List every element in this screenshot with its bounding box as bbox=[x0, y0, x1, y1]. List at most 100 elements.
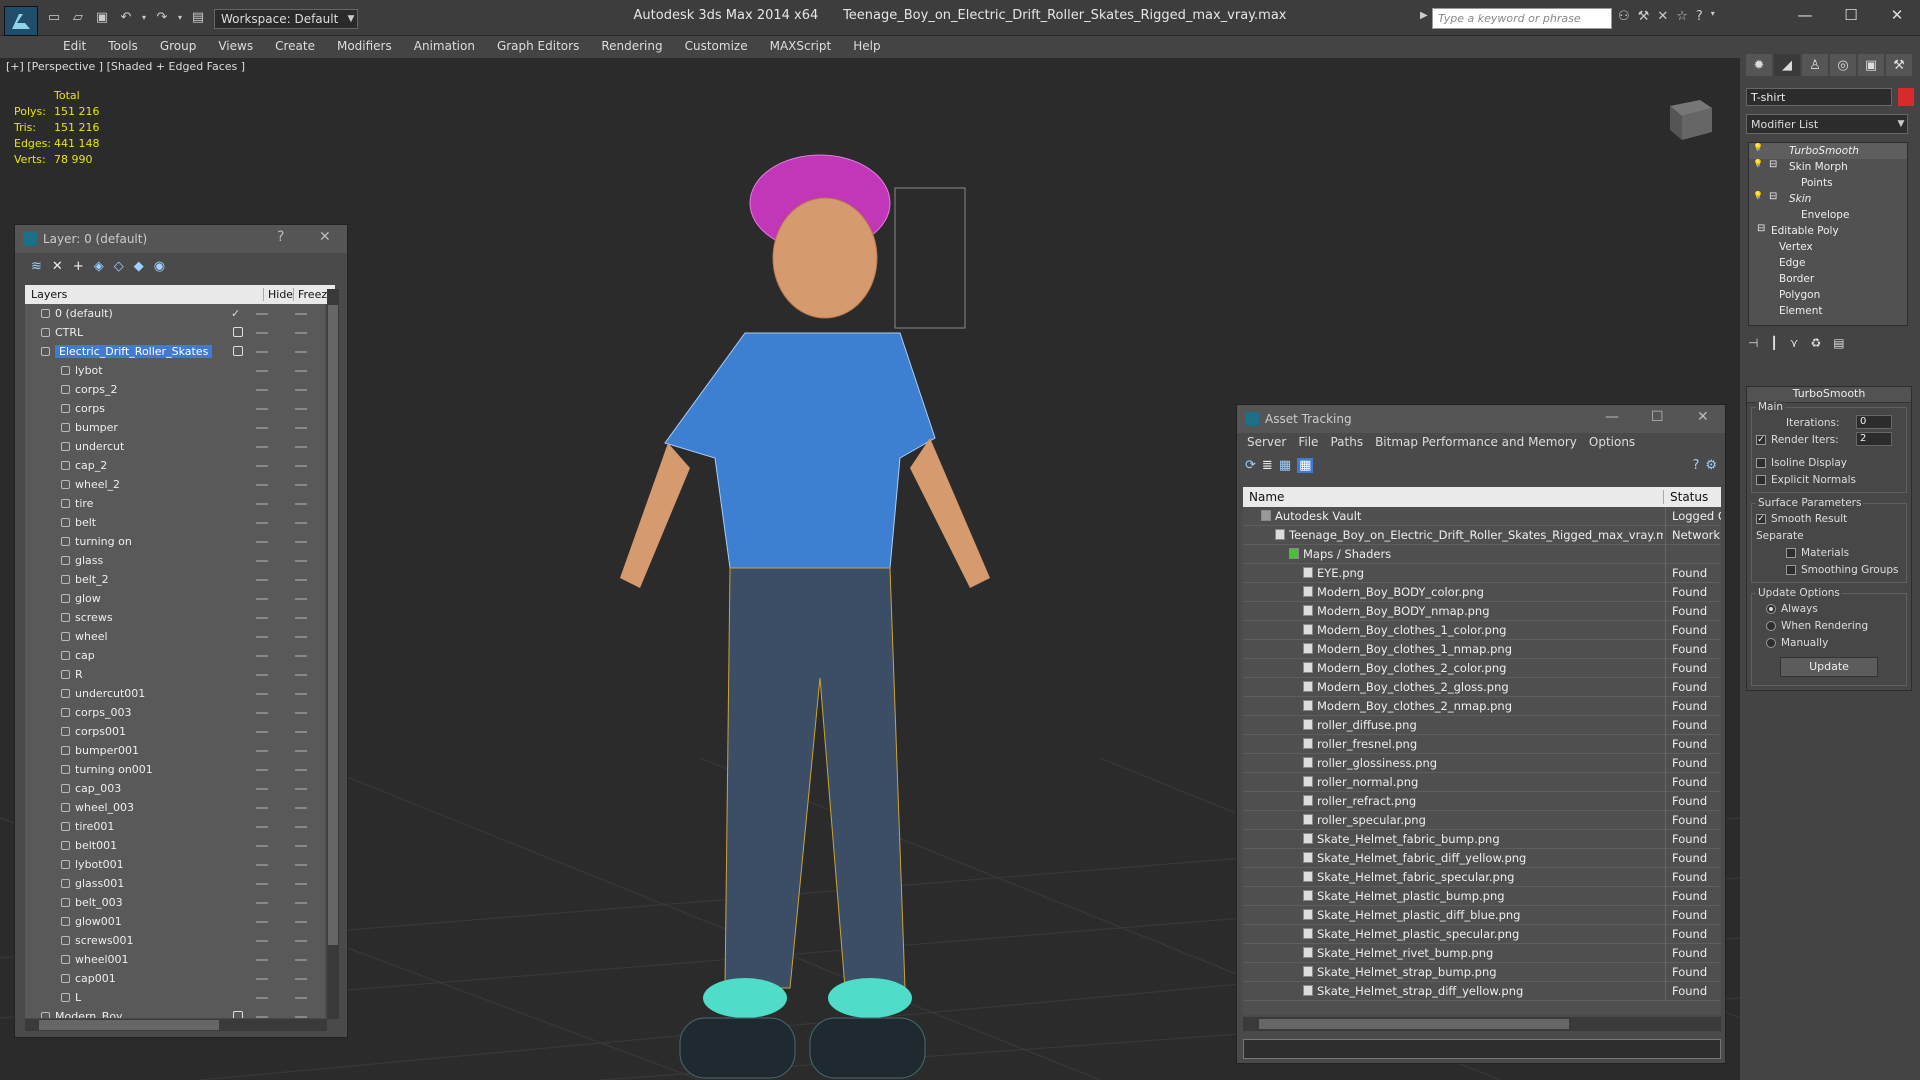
close-icon[interactable]: ✕ bbox=[319, 229, 331, 245]
layer-row[interactable]: Electric_Drift_Roller_Skates bbox=[25, 342, 325, 361]
layer-row[interactable]: glass bbox=[25, 551, 325, 570]
hide-toggle[interactable] bbox=[256, 579, 268, 581]
open-file-icon[interactable]: ▱ bbox=[68, 8, 88, 26]
hide-toggle[interactable] bbox=[256, 389, 268, 391]
layer-row[interactable]: wheel bbox=[25, 627, 325, 646]
maximize-icon[interactable]: ☐ bbox=[1651, 409, 1664, 425]
menu-views[interactable]: Views bbox=[207, 36, 264, 58]
binoculars-icon[interactable]: ⚇ bbox=[1618, 9, 1630, 24]
iterations-spinner[interactable]: 0 bbox=[1856, 415, 1892, 429]
asset-row[interactable]: Skate_Helmet_fabric_specular.png Found bbox=[1243, 867, 1721, 887]
asset-row[interactable]: Autodesk Vault Logged Out bbox=[1243, 507, 1721, 526]
freeze-toggle[interactable] bbox=[295, 750, 307, 752]
col-name[interactable]: Name bbox=[1243, 490, 1663, 504]
menu-graph-editors[interactable]: Graph Editors bbox=[486, 36, 590, 58]
layer-row[interactable]: corps001 bbox=[25, 722, 325, 741]
freeze-toggle[interactable] bbox=[295, 978, 307, 980]
layer-name[interactable]: corps bbox=[75, 402, 105, 415]
freeze-toggle[interactable] bbox=[295, 921, 307, 923]
asset-row[interactable]: roller_glossiness.png Found bbox=[1243, 753, 1721, 773]
hide-toggle[interactable] bbox=[256, 332, 268, 334]
select-highlight-icon[interactable]: ◈ bbox=[94, 259, 104, 274]
undo-icon[interactable]: ↶ bbox=[116, 8, 136, 26]
hide-toggle[interactable] bbox=[256, 731, 268, 733]
modifier-stack-item[interactable]: Border bbox=[1749, 271, 1907, 287]
search-input[interactable]: Type a keyword or phrase bbox=[1432, 8, 1612, 29]
hide-toggle[interactable] bbox=[256, 712, 268, 714]
hide-toggle[interactable] bbox=[256, 446, 268, 448]
layer-row[interactable]: glow bbox=[25, 589, 325, 608]
freeze-toggle[interactable] bbox=[295, 674, 307, 676]
layer-name[interactable]: cap001 bbox=[75, 972, 116, 985]
layer-row[interactable]: glass001 bbox=[25, 874, 325, 893]
menu-modifiers[interactable]: Modifiers bbox=[326, 36, 403, 58]
chevron-down-icon[interactable]: ▼ bbox=[1894, 115, 1908, 133]
close-icon[interactable]: ✕ bbox=[1697, 409, 1709, 425]
asset-row[interactable]: roller_specular.png Found bbox=[1243, 810, 1721, 830]
show-end-result-icon[interactable]: ┃ bbox=[1770, 336, 1777, 350]
freeze-toggle[interactable] bbox=[295, 712, 307, 714]
viewport-label[interactable]: [+] [Perspective ] [Shaded + Edged Faces… bbox=[6, 60, 245, 73]
menu-customize[interactable]: Customize bbox=[674, 36, 759, 58]
modifier-stack-item[interactable]: Vertex bbox=[1749, 239, 1907, 255]
layer-row[interactable]: cap bbox=[25, 646, 325, 665]
bulb-icon[interactable]: 💡 bbox=[1753, 191, 1763, 200]
current-layer-check-icon[interactable]: ✓ bbox=[231, 307, 241, 320]
select-layer-icon[interactable]: ◇ bbox=[114, 259, 124, 274]
always-radio[interactable] bbox=[1766, 603, 1776, 614]
layer-name[interactable]: Electric_Drift_Roller_Skates bbox=[55, 345, 213, 358]
minimize-icon[interactable]: — bbox=[1782, 0, 1828, 30]
collapse-icon[interactable]: ⊟ bbox=[1769, 159, 1777, 170]
layer-name[interactable]: glass001 bbox=[75, 877, 124, 890]
hide-toggle[interactable] bbox=[256, 598, 268, 600]
menu-tools[interactable]: Tools bbox=[97, 36, 149, 58]
layer-row[interactable]: belt_2 bbox=[25, 570, 325, 589]
new-file-icon[interactable]: ▭ bbox=[44, 8, 64, 26]
layers-icon[interactable]: ≋ bbox=[31, 259, 42, 274]
freeze-toggle[interactable] bbox=[295, 351, 307, 353]
layer-name[interactable]: 0 (default) bbox=[55, 307, 113, 320]
hide-toggle[interactable] bbox=[256, 788, 268, 790]
layer-row[interactable]: wheel_2 bbox=[25, 475, 325, 494]
freeze-toggle[interactable] bbox=[295, 959, 307, 961]
asset-menu-bitmap-performance-and-memory[interactable]: Bitmap Performance and Memory bbox=[1369, 433, 1583, 453]
layer-name[interactable]: glow bbox=[75, 592, 101, 605]
freeze-toggle[interactable] bbox=[295, 427, 307, 429]
modifier-stack-item[interactable]: 💡 ⊟ Skin bbox=[1749, 191, 1907, 207]
hide-toggle[interactable] bbox=[256, 769, 268, 771]
layer-name[interactable]: belt_003 bbox=[75, 896, 123, 909]
menu-rendering[interactable]: Rendering bbox=[590, 36, 673, 58]
hide-toggle[interactable] bbox=[256, 864, 268, 866]
hide-toggle[interactable] bbox=[256, 408, 268, 410]
search-arrow-icon[interactable]: ▶ bbox=[1420, 10, 1428, 21]
layer-row[interactable]: bumper bbox=[25, 418, 325, 437]
star-icon[interactable]: ☆ bbox=[1676, 9, 1688, 24]
modifier-stack-item[interactable]: 💡 TurboSmooth bbox=[1749, 143, 1907, 159]
layer-row[interactable]: CTRL bbox=[25, 323, 325, 342]
layer-row[interactable]: lybot bbox=[25, 361, 325, 380]
hide-toggle[interactable] bbox=[256, 351, 268, 353]
save-file-icon[interactable]: ▣ bbox=[92, 8, 112, 26]
materials-checkbox[interactable] bbox=[1786, 547, 1796, 558]
asset-row[interactable]: Modern_Boy_BODY_nmap.png Found bbox=[1243, 601, 1721, 621]
layer-name[interactable]: wheel_2 bbox=[75, 478, 120, 491]
asset-row[interactable]: Skate_Helmet_strap_bump.png Found bbox=[1243, 962, 1721, 982]
update-button[interactable]: Update bbox=[1780, 657, 1878, 677]
freeze-toggle[interactable] bbox=[295, 541, 307, 543]
layer-name[interactable]: wheel_003 bbox=[75, 801, 134, 814]
menu-group[interactable]: Group bbox=[149, 36, 208, 58]
refresh-icon[interactable]: ⟳ bbox=[1245, 458, 1256, 473]
asset-hscrollbar[interactable] bbox=[1243, 1017, 1721, 1031]
modify-tab-icon[interactable]: ◢ bbox=[1774, 54, 1800, 76]
layer-name[interactable]: bumper bbox=[75, 421, 118, 434]
modifier-stack-item[interactable]: Envelope bbox=[1749, 207, 1907, 223]
asset-row[interactable]: Skate_Helmet_strap_diff_yellow.png Found bbox=[1243, 981, 1721, 1001]
hide-toggle[interactable] bbox=[256, 465, 268, 467]
make-unique-icon[interactable]: ⋎ bbox=[1790, 336, 1799, 350]
hide-toggle[interactable] bbox=[256, 617, 268, 619]
hide-toggle[interactable] bbox=[256, 997, 268, 999]
hide-toggle[interactable] bbox=[256, 978, 268, 980]
freeze-toggle[interactable] bbox=[295, 655, 307, 657]
layer-scrollbar[interactable] bbox=[327, 289, 339, 1019]
bulb-icon[interactable]: 💡 bbox=[1753, 159, 1763, 168]
